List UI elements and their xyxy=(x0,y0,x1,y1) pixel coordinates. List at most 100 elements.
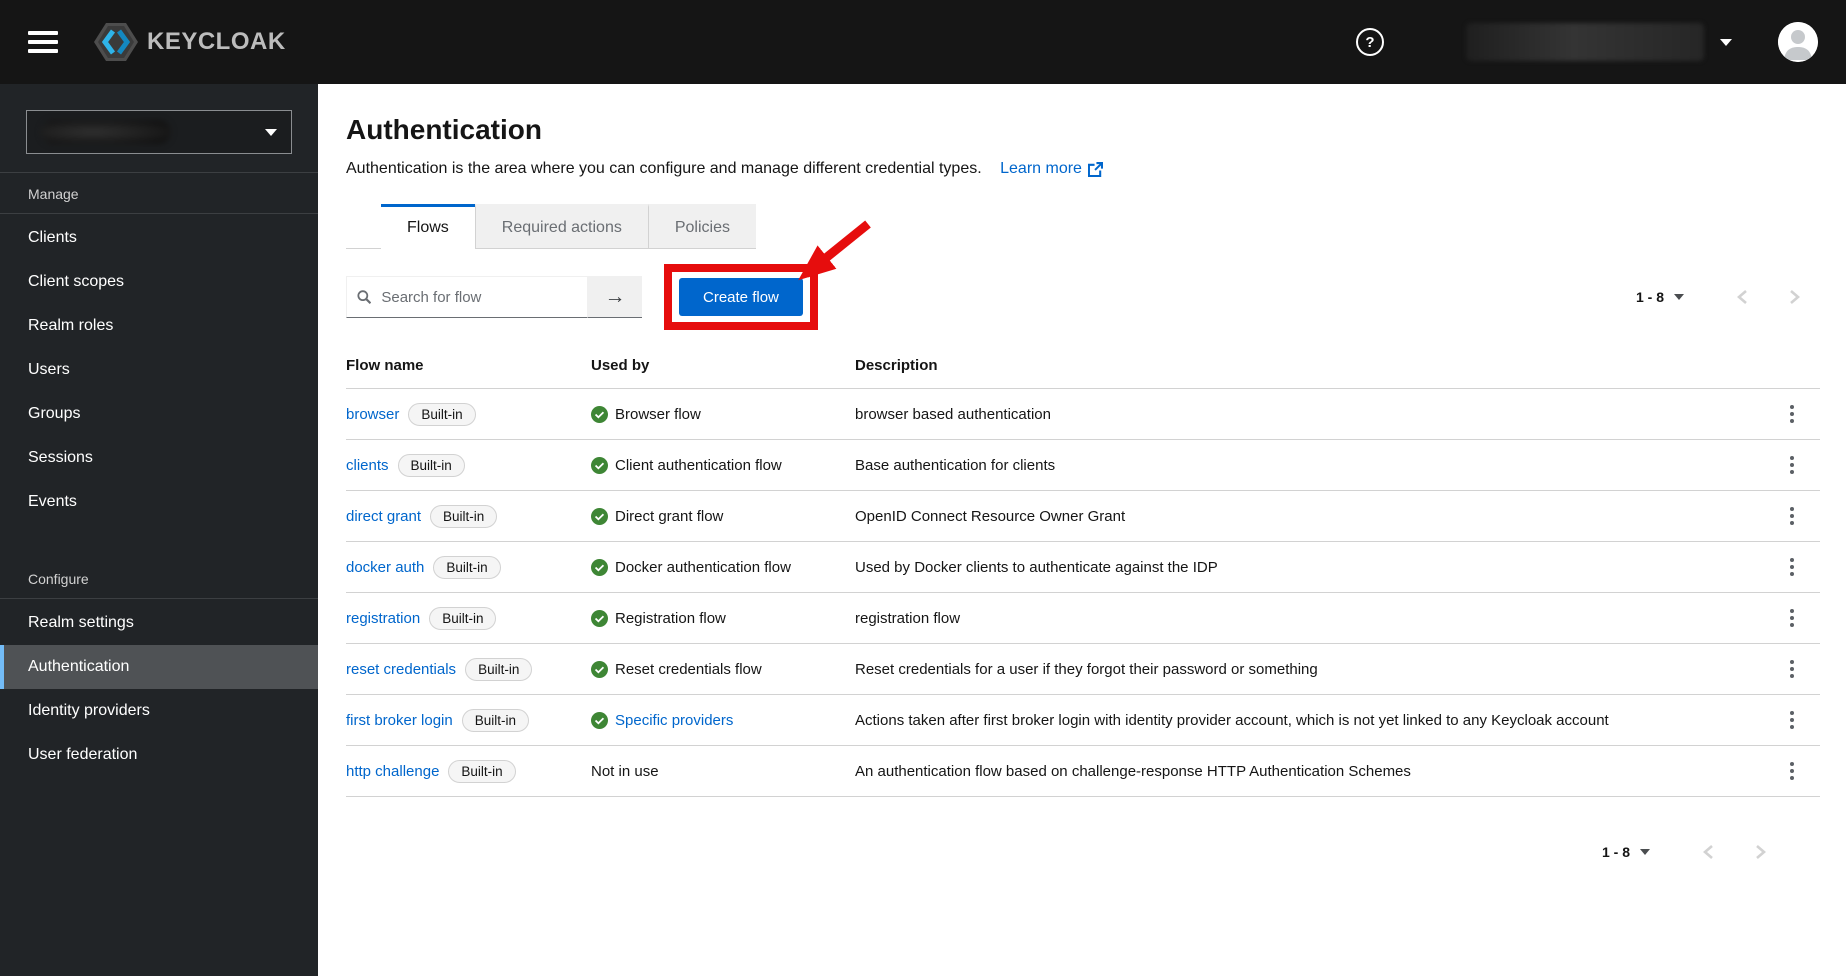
keycloak-hexagon-icon xyxy=(94,23,138,61)
built-in-badge: Built-in xyxy=(448,759,516,783)
search-input[interactable] xyxy=(379,287,577,307)
table-row-first-broker-login: first broker login Built-in Specific provi… xyxy=(346,695,1820,746)
row-kebab-menu[interactable] xyxy=(1782,605,1802,631)
actions-cell xyxy=(1764,758,1820,784)
sidebar-item-client-scopes[interactable]: Client scopes xyxy=(0,260,318,304)
sidebar-item-clients[interactable]: Clients xyxy=(0,216,318,260)
previous-page-button[interactable] xyxy=(1716,289,1768,305)
sidebar-item-realm-settings[interactable]: Realm settings xyxy=(0,601,318,645)
sidebar-item-sessions[interactable]: Sessions xyxy=(0,436,318,480)
avatar[interactable] xyxy=(1778,22,1818,62)
pagination-range-dropdown[interactable]: 1 - 8 xyxy=(1596,843,1656,861)
pagination-nav xyxy=(1682,844,1786,860)
success-check-icon xyxy=(591,558,608,576)
tab-flows[interactable]: Flows xyxy=(381,204,475,248)
success-check-icon xyxy=(591,660,608,678)
tab-policies[interactable]: Policies xyxy=(647,204,756,248)
row-kebab-menu[interactable] xyxy=(1782,554,1802,580)
pagination-nav xyxy=(1716,289,1820,305)
flows-table: Flow name Used by Description browser Bui… xyxy=(346,343,1820,797)
row-kebab-menu[interactable] xyxy=(1782,656,1802,682)
description-cell: Base authentication for clients xyxy=(855,456,1056,474)
built-in-badge: Built-in xyxy=(430,504,498,528)
row-kebab-menu[interactable] xyxy=(1782,452,1802,478)
chevron-left-icon xyxy=(1702,845,1713,859)
column-flow-name: Flow name xyxy=(346,357,424,374)
chevron-left-icon xyxy=(1736,290,1747,304)
sidebar-item-realm-roles[interactable]: Realm roles xyxy=(0,304,318,348)
next-page-button[interactable] xyxy=(1768,289,1820,305)
flow-link[interactable]: docker auth xyxy=(346,559,424,576)
header-right: ? xyxy=(1356,22,1818,62)
pagination-range: 1 - 8 xyxy=(1635,289,1664,305)
pagination-top: 1 - 8 xyxy=(1630,288,1820,306)
success-check-icon xyxy=(591,405,608,423)
description-cell: Actions taken after first broker login w… xyxy=(855,711,1609,729)
flow-name-cell: clients Built-in xyxy=(346,453,591,477)
used-by-cell: Reset credentials flow xyxy=(591,660,855,678)
brand-text: KEYCLOAK xyxy=(147,28,286,55)
previous-page-button[interactable] xyxy=(1682,844,1734,860)
row-kebab-menu[interactable] xyxy=(1782,503,1802,529)
table-row-reset-credentials: reset credentials Built-in Reset credentia… xyxy=(346,644,1820,695)
used-by-cell: Registration flow xyxy=(591,609,855,627)
success-check-icon xyxy=(591,456,608,474)
row-kebab-menu[interactable] xyxy=(1782,758,1802,784)
success-check-icon xyxy=(591,711,608,729)
description-cell: browser based authentication xyxy=(855,405,1051,423)
pagination-range-dropdown[interactable]: 1 - 8 xyxy=(1630,288,1690,306)
user-menu[interactable] xyxy=(1460,22,1738,62)
flows-toolbar: → Create flow 1 - 8 xyxy=(346,261,1820,333)
description-cell: Used by Docker clients to authenticate a… xyxy=(855,558,1218,576)
user-avatar-icon xyxy=(1778,22,1818,62)
flow-name-cell: direct grant Built-in xyxy=(346,504,591,528)
used-by-text: Reset credentials flow xyxy=(615,660,762,678)
sidebar-nav: Manage Clients Client scopes Realm roles Use… xyxy=(0,173,318,777)
annotation-highlight-box: Create flow xyxy=(664,264,818,330)
redacted-username xyxy=(1466,23,1704,61)
sidebar-item-user-federation[interactable]: User federation xyxy=(0,733,318,777)
nav-toggle-icon[interactable] xyxy=(28,31,58,53)
used-by-text: Browser flow xyxy=(615,405,701,423)
flow-link[interactable]: first broker login xyxy=(346,712,453,729)
actions-cell xyxy=(1764,452,1820,478)
sidebar-item-authentication[interactable]: Authentication xyxy=(0,645,318,689)
sidebar-item-users[interactable]: Users xyxy=(0,348,318,392)
flow-link[interactable]: direct grant xyxy=(346,508,421,525)
flow-link[interactable]: http challenge xyxy=(346,763,439,780)
tab-required-actions[interactable]: Required actions xyxy=(474,204,648,248)
table-row-clients: clients Built-in Client authentication flo… xyxy=(346,440,1820,491)
create-flow-button[interactable]: Create flow xyxy=(679,278,803,316)
chevron-down-icon xyxy=(1640,849,1650,855)
used-by-link[interactable]: Specific providers xyxy=(615,712,733,729)
page-description-text: Authentication is the area where you can… xyxy=(346,160,982,177)
nav-section-manage: Manage xyxy=(0,173,318,214)
learn-more-link[interactable]: Learn more xyxy=(1000,160,1103,178)
table-row-http-challenge: http challenge Built-in Not in use An authe… xyxy=(346,746,1820,797)
used-by-cell: Not in use xyxy=(591,763,855,780)
search-submit-button[interactable]: → xyxy=(588,276,642,318)
realm-selector[interactable] xyxy=(26,110,292,154)
built-in-badge: Built-in xyxy=(429,606,497,630)
flow-link[interactable]: reset credentials xyxy=(346,661,456,678)
used-by-cell: Client authentication flow xyxy=(591,456,855,474)
used-by-cell: Docker authentication flow xyxy=(591,558,855,576)
flow-link[interactable]: registration xyxy=(346,610,420,627)
table-header: Flow name Used by Description xyxy=(346,343,1820,389)
keycloak-logo[interactable]: KEYCLOAK xyxy=(94,23,286,61)
flow-link[interactable]: clients xyxy=(346,457,389,474)
sidebar: Manage Clients Client scopes Realm roles Use… xyxy=(0,84,318,976)
next-page-button[interactable] xyxy=(1734,844,1786,860)
chevron-down-icon xyxy=(1720,38,1732,46)
row-kebab-menu[interactable] xyxy=(1782,707,1802,733)
help-icon[interactable]: ? xyxy=(1356,28,1384,56)
main-content: Authentication Authentication is the are… xyxy=(318,84,1846,976)
chevron-down-icon xyxy=(1674,294,1684,300)
pagination-bottom: 1 - 8 xyxy=(1596,843,1786,861)
sidebar-item-groups[interactable]: Groups xyxy=(0,392,318,436)
flow-link[interactable]: browser xyxy=(346,406,399,423)
row-kebab-menu[interactable] xyxy=(1782,401,1802,427)
sidebar-item-identity-providers[interactable]: Identity providers xyxy=(0,689,318,733)
sidebar-item-events[interactable]: Events xyxy=(0,480,318,524)
built-in-badge: Built-in xyxy=(408,402,476,426)
